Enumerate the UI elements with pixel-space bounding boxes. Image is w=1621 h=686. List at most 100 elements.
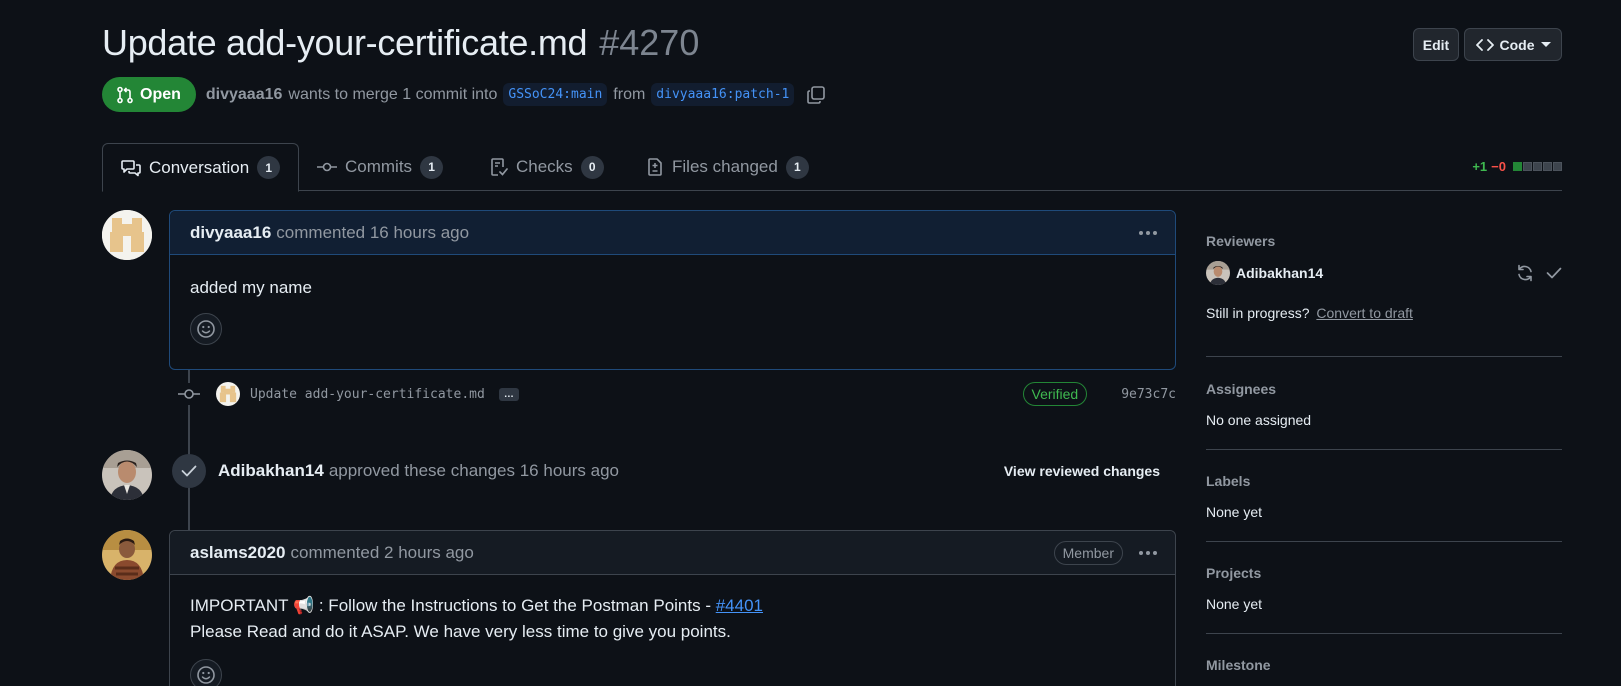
- diffstat-deletions: −0: [1491, 159, 1506, 174]
- edit-button[interactable]: Edit: [1413, 28, 1459, 61]
- comment-box: divyaaa16 commented 16 hours ago added m…: [169, 210, 1176, 370]
- diffstat-block: [1523, 162, 1532, 171]
- reviewer-row: Adibakhan14: [1206, 261, 1562, 285]
- smiley-icon: [196, 319, 216, 339]
- draft-row: Still in progress? Convert to draft: [1206, 305, 1562, 321]
- diffstat-blocks: [1512, 162, 1562, 171]
- base-branch[interactable]: GSSoC24:main: [503, 83, 608, 106]
- in-progress-text: Still in progress?: [1206, 305, 1310, 321]
- review-author[interactable]: Adibakhan14: [218, 461, 324, 481]
- tab-files-changed[interactable]: Files changed 1: [628, 143, 827, 191]
- comment-header: divyaaa16 commented 16 hours ago: [170, 211, 1175, 255]
- comment-meta[interactable]: commented 2 hours ago: [290, 543, 473, 563]
- tab-label: Checks: [516, 157, 573, 176]
- pr-title-row: Update add-your-certificate.md #4270: [102, 22, 699, 64]
- sidebar-assignees: Assignees No one assigned: [1206, 357, 1562, 450]
- sync-icon[interactable]: [1516, 264, 1534, 282]
- commit-sha[interactable]: 9e73c7c: [1121, 387, 1176, 402]
- diffstat: +1 −0: [1472, 159, 1562, 174]
- comment-meta[interactable]: commented 16 hours ago: [276, 223, 469, 243]
- pr-number: #4270: [599, 22, 700, 63]
- labels-value: None yet: [1206, 504, 1263, 520]
- commit-message-link[interactable]: Update add-your-certificate.md: [250, 387, 485, 402]
- add-reaction-button[interactable]: [190, 313, 222, 345]
- git-commit-icon: [317, 160, 337, 174]
- pr-author-link[interactable]: divyaaa16: [206, 86, 283, 104]
- avatar[interactable]: [102, 210, 152, 260]
- sidebar-milestone: Milestone: [1206, 634, 1562, 686]
- timeline-review: Adibakhan14 approved these changes 16 ho…: [172, 454, 1170, 488]
- issue-link[interactable]: #4401: [716, 596, 763, 615]
- diffstat-block: [1553, 162, 1562, 171]
- member-badge: Member: [1053, 540, 1123, 565]
- review-approved-badge: [172, 454, 206, 488]
- avatar[interactable]: [1206, 261, 1230, 285]
- state-label: Open: [140, 85, 181, 103]
- kebab-horizontal-icon[interactable]: [1139, 550, 1157, 555]
- check-icon: [1546, 267, 1562, 279]
- pr-meta: Open divyaaa16 wants to merge 1 commit i…: [102, 77, 826, 112]
- sidebar-projects: Projects None yet: [1206, 542, 1562, 634]
- comment-author[interactable]: aslams2020: [190, 543, 285, 563]
- merge-action-text: wants to merge 1 commit into: [288, 85, 498, 103]
- comment-author[interactable]: divyaaa16: [190, 223, 271, 243]
- tab-counter: 1: [420, 155, 444, 179]
- reviewers-heading[interactable]: Reviewers: [1206, 233, 1562, 249]
- pr-title: Update add-your-certificate.md: [102, 22, 588, 63]
- reviewer-name[interactable]: Adibakhan14: [1236, 265, 1323, 281]
- tab-checks[interactable]: Checks 0: [472, 143, 622, 191]
- tab-label: Commits: [345, 157, 413, 176]
- code-button-label: Code: [1499, 36, 1535, 53]
- tab-counter: 1: [785, 155, 809, 179]
- assignees-value: No one assigned: [1206, 412, 1312, 428]
- copy-icon[interactable]: [806, 85, 826, 105]
- tab-counter: 0: [580, 155, 604, 179]
- tab-label: Conversation: [149, 157, 250, 177]
- comment-text-line-2: Please Read and do it ASAP. We have very…: [190, 622, 731, 641]
- labels-heading[interactable]: Labels: [1206, 473, 1562, 489]
- code-icon: [1475, 38, 1494, 52]
- avatar[interactable]: [102, 450, 152, 500]
- from-text: from: [613, 85, 646, 103]
- assignees-heading[interactable]: Assignees: [1206, 381, 1562, 397]
- comment-body: IMPORTANT 📢 : Follow the Instructions to…: [170, 575, 1175, 686]
- smiley-icon: [196, 665, 216, 685]
- comment-body: added my name: [170, 255, 1175, 365]
- code-button[interactable]: Code: [1464, 28, 1562, 61]
- caret-down-icon: [1540, 41, 1551, 48]
- commit-expand-button[interactable]: …: [498, 387, 519, 401]
- avatar[interactable]: [102, 530, 152, 580]
- projects-heading[interactable]: Projects: [1206, 565, 1562, 581]
- convert-to-draft-link[interactable]: Convert to draft: [1316, 305, 1413, 321]
- check-icon: [181, 465, 197, 477]
- avatar[interactable]: [216, 382, 240, 406]
- diffstat-block: [1543, 162, 1552, 171]
- kebab-horizontal-icon[interactable]: [1139, 230, 1157, 235]
- comment-text: IMPORTANT: [190, 596, 293, 615]
- tab-counter: 1: [257, 156, 281, 179]
- file-diff-icon: [646, 158, 664, 176]
- verified-badge[interactable]: Verified: [1022, 382, 1088, 406]
- git-pull-request-icon: [116, 86, 134, 104]
- head-branch[interactable]: divyaaa16:patch-1: [651, 83, 795, 106]
- sidebar-labels: Labels None yet: [1206, 450, 1562, 542]
- diffstat-additions: +1: [1472, 159, 1488, 174]
- tab-label: Files changed: [672, 157, 778, 176]
- projects-value: None yet: [1206, 596, 1263, 612]
- megaphone-emoji: 📢: [292, 596, 315, 615]
- pr-tabs: Conversation 1 Commits 1 Checks 0 Files …: [102, 143, 1562, 192]
- sidebar-reviewers: Reviewers Adibakhan14 Still in progress?…: [1206, 224, 1562, 357]
- milestone-heading[interactable]: Milestone: [1206, 657, 1562, 673]
- add-reaction-button[interactable]: [190, 659, 222, 686]
- comment-text-line-1: IMPORTANT 📢 : Follow the Instructions to…: [190, 593, 1155, 619]
- comment-header: aslams2020 commented 2 hours ago Member: [170, 531, 1175, 575]
- comment-text: : Follow the Instructions to Get the Pos…: [314, 596, 716, 615]
- review-text: approved these changes 16 hours ago: [328, 461, 619, 480]
- checklist-icon: [490, 158, 508, 176]
- timeline-commit: Update add-your-certificate.md … Verifie…: [178, 377, 1176, 411]
- tab-conversation[interactable]: Conversation 1: [102, 143, 300, 192]
- tab-commits[interactable]: Commits 1: [299, 143, 461, 191]
- diffstat-block: [1533, 162, 1542, 171]
- git-commit-icon: [178, 383, 200, 405]
- view-reviewed-changes-link[interactable]: View reviewed changes: [1004, 463, 1160, 479]
